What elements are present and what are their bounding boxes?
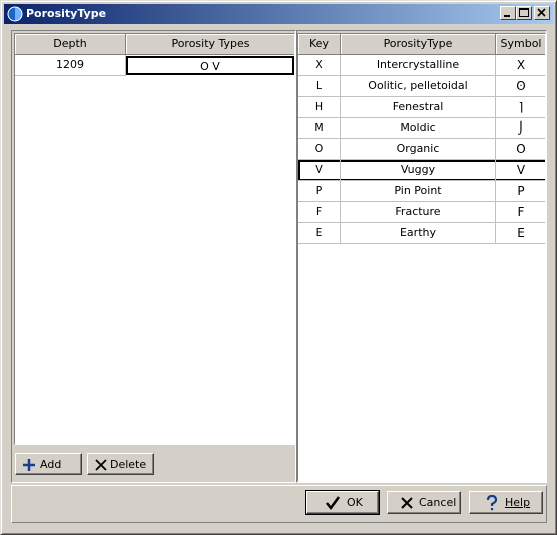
cell-porosity-type[interactable]: Fracture (341, 202, 496, 223)
cell-porosity-type[interactable]: Oolitic, pelletoidal (341, 76, 496, 97)
ok-button[interactable]: OK (305, 490, 380, 515)
add-label: Add (40, 458, 62, 471)
cell-key[interactable]: X (298, 55, 341, 76)
x-icon (401, 497, 413, 509)
cell-porosity-type[interactable]: Organic (341, 139, 496, 160)
cell-symbol[interactable]: P (496, 181, 545, 202)
cell-symbol[interactable]: O (496, 139, 545, 160)
porosity-type-table[interactable]: Key PorosityType Symbol X Intercrystalli… (297, 33, 546, 482)
minimize-icon (504, 15, 510, 17)
column-header-key[interactable]: Key (298, 34, 341, 55)
app-icon (7, 6, 23, 22)
cell-porosity-types[interactable]: O V (126, 56, 294, 75)
cell-porosity-type[interactable]: Fenestral (341, 97, 496, 118)
cancel-label: Cancel (419, 496, 457, 509)
column-header-depth[interactable]: Depth (15, 34, 126, 55)
cell-depth[interactable]: 1209 (15, 55, 126, 76)
column-header-symbol[interactable]: Symbol (496, 34, 545, 55)
cell-porosity-type[interactable]: Intercrystalline (341, 55, 496, 76)
delete-button[interactable]: Delete (87, 453, 154, 475)
cell-key[interactable]: P (298, 181, 341, 202)
cell-porosity-type[interactable]: Vuggy (341, 160, 496, 181)
minimize-button[interactable] (500, 6, 516, 20)
cell-key[interactable]: F (298, 202, 341, 223)
cell-symbol[interactable]: ⌉ (496, 97, 545, 118)
cell-porosity-type[interactable]: Moldic (341, 118, 496, 139)
right-panel: Key PorosityType Symbol X Intercrystalli… (296, 30, 547, 483)
question-icon (486, 495, 498, 511)
cell-key[interactable]: L (298, 76, 341, 97)
cell-key[interactable]: E (298, 223, 341, 244)
depth-table[interactable]: Depth Porosity Types 1209 O V (14, 33, 295, 445)
button-bar: OK Cancel Help (11, 485, 547, 523)
cell-key[interactable]: O (298, 139, 341, 160)
x-icon (95, 459, 107, 471)
cell-key[interactable]: M (298, 118, 341, 139)
cell-symbol[interactable]: ⌡ (496, 118, 545, 139)
column-header-porosity-types[interactable]: Porosity Types (126, 34, 294, 55)
cell-symbol[interactable]: ʘ (496, 76, 545, 97)
maximize-icon (519, 8, 529, 17)
help-label: Help (505, 496, 531, 509)
ok-label: OK (347, 496, 363, 509)
add-button[interactable]: Add (15, 453, 82, 475)
cancel-button[interactable]: Cancel (387, 491, 461, 514)
column-header-porosity-type[interactable]: PorosityType (341, 34, 496, 55)
cell-porosity-type[interactable]: Pin Point (341, 181, 496, 202)
porosity-type-dialog: PorosityType Depth Porosity Types 1209 O… (0, 0, 557, 535)
cell-symbol[interactable]: F (496, 202, 545, 223)
help-button[interactable]: Help (469, 491, 543, 514)
cell-key[interactable]: H (298, 97, 341, 118)
maximize-button[interactable] (516, 6, 532, 20)
title-bar[interactable]: PorosityType (4, 4, 553, 24)
cell-key[interactable]: V (298, 160, 341, 181)
window-title: PorosityType (26, 7, 107, 20)
plus-icon (23, 459, 35, 471)
check-icon (326, 496, 341, 511)
cell-porosity-type[interactable]: Earthy (341, 223, 496, 244)
cell-symbol[interactable]: E (496, 223, 545, 244)
close-button[interactable] (534, 6, 550, 20)
cell-symbol[interactable]: V (496, 160, 545, 181)
delete-label: Delete (110, 458, 147, 471)
cell-symbol[interactable]: X (496, 55, 545, 76)
close-icon (537, 8, 546, 17)
left-panel: Depth Porosity Types 1209 O V Add Delete (11, 30, 296, 483)
